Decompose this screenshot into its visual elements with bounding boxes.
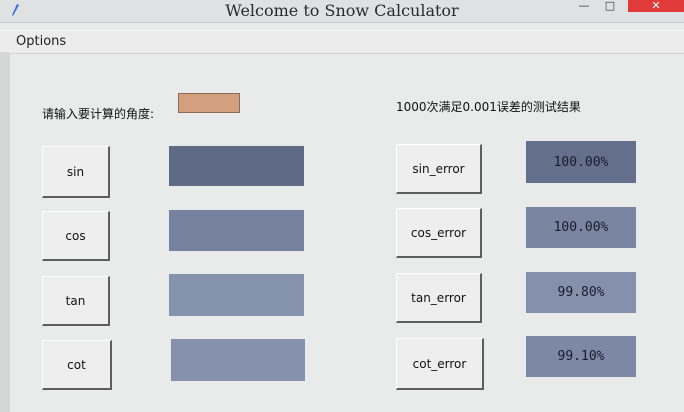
window-frame-left — [0, 52, 10, 412]
minimize-button[interactable]: — — [574, 0, 594, 14]
menu-bar: Options — [0, 30, 684, 54]
cos-error-button[interactable]: cos_error — [396, 208, 482, 258]
angle-label: 请输入要计算的角度: — [42, 107, 155, 121]
sin-error-button[interactable]: sin_error — [396, 144, 482, 194]
close-button[interactable]: ✕ — [628, 0, 684, 12]
sin-output — [169, 146, 304, 186]
cot-output — [171, 339, 305, 381]
cos-button[interactable]: cos — [42, 211, 110, 261]
tan-error-button[interactable]: tan_error — [396, 273, 482, 323]
results-title: 1000次满足0.001误差的测试结果 — [396, 100, 581, 114]
title-bar: Welcome to Snow Calculator — □ ✕ — [0, 0, 684, 23]
cos-output — [169, 210, 304, 251]
tan-error-output: 99.80% — [526, 272, 636, 313]
menu-options[interactable]: Options — [16, 34, 66, 49]
angle-input[interactable] — [178, 93, 240, 113]
cot-error-button[interactable]: cot_error — [396, 338, 484, 390]
cot-error-output: 99.10% — [526, 336, 636, 377]
cos-error-output: 100.00% — [526, 207, 636, 248]
maximize-button[interactable]: □ — [600, 0, 620, 14]
tan-output — [169, 274, 304, 316]
cot-button[interactable]: cot — [42, 340, 112, 390]
sin-error-output: 100.00% — [526, 141, 636, 183]
sin-button[interactable]: sin — [42, 146, 110, 198]
tan-button[interactable]: tan — [42, 276, 110, 326]
